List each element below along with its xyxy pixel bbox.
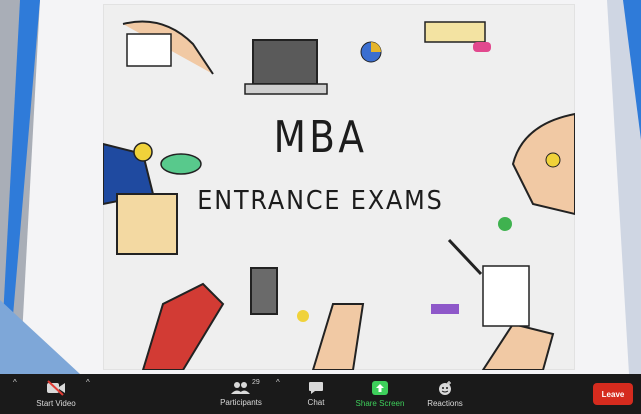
participants-button[interactable]: Participants <box>212 374 270 414</box>
chat-button[interactable]: Chat <box>298 374 334 414</box>
purple-note-doodle <box>431 304 459 314</box>
video-off-icon <box>47 380 65 396</box>
start-video-button[interactable]: Start Video <box>30 374 82 414</box>
laptop-sketch <box>244 39 328 95</box>
reactions-label: Reactions <box>427 399 463 408</box>
meeting-toolbar: ^ Start Video ^ Participants 29 ^ Chat S… <box>0 374 641 414</box>
slide-title: MBA <box>273 112 368 163</box>
share-screen-icon <box>372 381 388 395</box>
arm-bottom-left <box>141 282 225 371</box>
leave-button[interactable]: Leave <box>593 383 633 405</box>
paper-bottom-right <box>482 265 530 327</box>
arm-bottom-mid <box>311 303 365 371</box>
shared-screen-view: MBA ENTRANCE EXAMS <box>0 0 641 374</box>
audio-options-caret[interactable]: ^ <box>13 378 17 387</box>
chat-icon <box>309 382 323 394</box>
pink-shape-doodle <box>473 42 491 52</box>
participants-count: 29 <box>252 379 260 386</box>
reactions-button[interactable]: Reactions <box>420 374 470 414</box>
reactions-icon <box>439 381 451 395</box>
slide-decoration-right <box>607 0 641 374</box>
participants-icon <box>231 382 250 394</box>
arm-bottom-right <box>481 322 555 371</box>
participants-options-caret[interactable]: ^ <box>276 378 280 387</box>
share-screen-label: Share Screen <box>355 399 405 408</box>
chat-label: Chat <box>307 398 325 407</box>
pen-doodle <box>447 238 483 276</box>
tablet-bottom <box>250 267 278 315</box>
green-dot-doodle <box>498 217 512 231</box>
yellow-dot-doodle <box>297 310 309 322</box>
notebook-top-right <box>424 21 486 43</box>
video-options-caret[interactable]: ^ <box>86 378 90 387</box>
share-screen-button[interactable]: Share Screen <box>350 374 410 414</box>
slide-subtitle: ENTRANCE EXAMS <box>197 186 444 216</box>
paper-top-left <box>126 33 172 67</box>
start-video-label: Start Video <box>36 399 76 408</box>
participants-label: Participants <box>220 398 262 407</box>
